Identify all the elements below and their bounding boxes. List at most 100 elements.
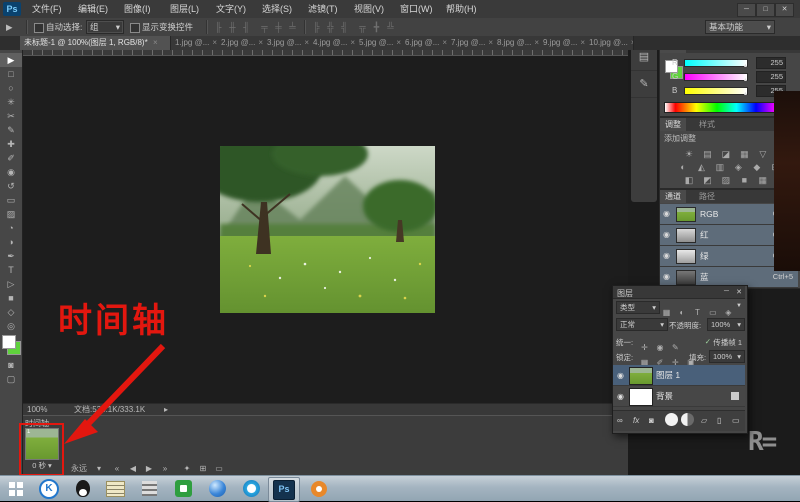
- gradient-map-adjustment-icon[interactable]: ■: [737, 174, 751, 186]
- doc-tab-untitled[interactable]: 未标题-1 @ 100%(图层 1, RGB/8)* ×: [20, 36, 171, 50]
- windows-start-button[interactable]: [4, 477, 34, 500]
- minimize-icon[interactable]: ─: [724, 288, 729, 295]
- layer-style-fx-icon[interactable]: fx: [633, 416, 639, 425]
- taskbar-photoshop-active[interactable]: Ps: [268, 477, 300, 502]
- adjustment-layer-icon[interactable]: [665, 413, 678, 426]
- move-tool[interactable]: ▶: [0, 53, 22, 67]
- close-icon[interactable]: ×: [153, 38, 158, 47]
- filter-shape-icon[interactable]: ▭: [707, 308, 718, 317]
- close-icon[interactable]: ✕: [736, 288, 742, 296]
- new-layer-icon[interactable]: ▯: [717, 416, 721, 425]
- delete-layer-icon[interactable]: ▭: [732, 416, 740, 425]
- foreground-color-swatch[interactable]: [2, 335, 16, 349]
- play-button[interactable]: ▶: [142, 463, 156, 475]
- filter-adjustment-icon[interactable]: ◐: [676, 308, 687, 317]
- quick-mask-button[interactable]: ◙: [0, 358, 22, 372]
- filter-type-icon[interactable]: T: [692, 308, 703, 317]
- filter-smart-object-icon[interactable]: ◈: [723, 308, 734, 317]
- doc-tab-1[interactable]: 1.jpg @...×: [171, 36, 218, 50]
- healing-brush-tool[interactable]: ✚: [0, 137, 22, 151]
- taskbar-k-app[interactable]: K: [34, 477, 64, 500]
- brush-tool[interactable]: ✐: [0, 151, 22, 165]
- propagate-frame-label[interactable]: 传播帧 1: [713, 337, 742, 348]
- clone-stamp-tool[interactable]: ◉: [0, 165, 22, 179]
- align-right-icon[interactable]: ╢: [240, 21, 253, 33]
- workspace-switcher[interactable]: 基本功能 ▾: [705, 20, 775, 34]
- align-top-icon[interactable]: ╤: [258, 21, 271, 33]
- tween-button[interactable]: ✦: [180, 463, 194, 475]
- path-select-tool[interactable]: ▷: [0, 277, 22, 291]
- tab-styles[interactable]: 样式: [694, 118, 720, 131]
- distribute-top-icon[interactable]: ╠: [310, 21, 323, 33]
- menu-file[interactable]: 文件(F): [26, 0, 68, 18]
- prev-frame-button[interactable]: ◀: [126, 463, 140, 475]
- layer-row-background[interactable]: ◉ 背景: [613, 386, 745, 407]
- align-hcenter-icon[interactable]: ╫: [226, 21, 239, 33]
- fill-field[interactable]: 100% ▾: [709, 350, 745, 363]
- visibility-eye-icon[interactable]: ◉: [617, 392, 624, 401]
- zoom-tool[interactable]: ◎: [0, 319, 22, 333]
- marquee-tool[interactable]: □: [0, 67, 22, 81]
- doc-tab-7[interactable]: 7.jpg @...×: [447, 36, 494, 50]
- red-slider[interactable]: [684, 59, 748, 67]
- taskbar-browser[interactable]: [202, 477, 232, 500]
- menu-help[interactable]: 帮助(H): [440, 0, 483, 18]
- dodge-tool[interactable]: ◑: [0, 235, 22, 249]
- hand-tool[interactable]: ◇: [0, 305, 22, 319]
- doc-tab-10[interactable]: 10.jpg @...×: [585, 36, 634, 50]
- taskbar-qq[interactable]: [68, 477, 98, 500]
- blur-tool[interactable]: ◔: [0, 221, 22, 235]
- doc-tab-4[interactable]: 4.jpg @...×: [309, 36, 356, 50]
- maximize-button[interactable]: □: [756, 3, 775, 17]
- selective-color-adjustment-icon[interactable]: ▦: [756, 174, 770, 186]
- quick-select-tool[interactable]: ✳: [0, 95, 22, 109]
- taskbar-screenshot-tool[interactable]: [304, 477, 334, 500]
- doc-tab-3[interactable]: 3.jpg @...×: [263, 36, 310, 50]
- visibility-eye-icon[interactable]: ◉: [663, 272, 670, 281]
- align-left-icon[interactable]: ╟: [212, 21, 225, 33]
- slider-handle-icon[interactable]: ▴: [744, 90, 747, 97]
- type-tool[interactable]: T: [0, 263, 22, 277]
- menu-view[interactable]: 视图(V): [348, 0, 390, 18]
- taskbar-grid-app[interactable]: [134, 477, 164, 500]
- menu-image[interactable]: 图像(I): [118, 0, 157, 18]
- align-vcenter-icon[interactable]: ╪: [272, 21, 285, 33]
- layer-filter-dropdown[interactable]: 类型 ▾: [616, 301, 660, 314]
- auto-select-checkbox[interactable]: [34, 23, 44, 33]
- visibility-eye-icon[interactable]: ◉: [617, 371, 624, 380]
- blend-mode-dropdown[interactable]: 正常 ▾: [616, 318, 668, 331]
- chevron-down-icon[interactable]: ▾: [94, 463, 104, 475]
- slider-handle-icon[interactable]: ▴: [744, 62, 747, 69]
- green-slider[interactable]: [684, 73, 748, 81]
- menu-type[interactable]: 文字(Y): [210, 0, 252, 18]
- link-layers-icon[interactable]: ∞: [617, 416, 623, 425]
- doc-tab-6[interactable]: 6.jpg @...×: [401, 36, 448, 50]
- tab-paths[interactable]: 路径: [694, 190, 720, 203]
- fill-layer-icon[interactable]: [681, 413, 694, 426]
- invert-adjustment-icon[interactable]: ◧: [682, 174, 696, 186]
- history-brush-tool[interactable]: ↺: [0, 179, 22, 193]
- distribute-bottom-icon[interactable]: ╣: [338, 21, 351, 33]
- visibility-eye-icon[interactable]: ◉: [663, 251, 670, 260]
- taskbar-qq-browser[interactable]: [236, 477, 266, 500]
- doc-tab-5[interactable]: 5.jpg @...×: [355, 36, 402, 50]
- tab-channels[interactable]: 通道: [660, 190, 686, 203]
- screen-mode-button[interactable]: ▢: [0, 372, 22, 386]
- menu-edit[interactable]: 编辑(E): [72, 0, 114, 18]
- distribute-hcenter-icon[interactable]: ╋: [370, 21, 383, 33]
- layer-row-layer1[interactable]: ◉ 图层 1: [613, 365, 745, 386]
- new-group-icon[interactable]: ▱: [701, 416, 707, 425]
- menu-window[interactable]: 窗口(W): [394, 0, 439, 18]
- lasso-tool[interactable]: ○: [0, 81, 22, 95]
- green-value-field[interactable]: 255: [756, 71, 786, 83]
- visibility-eye-icon[interactable]: ◉: [663, 209, 670, 218]
- opacity-field[interactable]: 100% ▾: [707, 318, 745, 331]
- filter-funnel-icon[interactable]: ▼: [736, 303, 742, 309]
- propagate-check-icon[interactable]: ✓: [705, 337, 711, 346]
- delete-frame-button[interactable]: ▭: [212, 463, 226, 475]
- duplicate-frame-button[interactable]: ⊞: [196, 463, 210, 475]
- collapsed-properties-panel-icon[interactable]: ✎: [631, 71, 657, 98]
- pen-tool[interactable]: ✒: [0, 249, 22, 263]
- threshold-adjustment-icon[interactable]: ▨: [719, 174, 733, 186]
- menu-layer[interactable]: 图层(L): [164, 0, 205, 18]
